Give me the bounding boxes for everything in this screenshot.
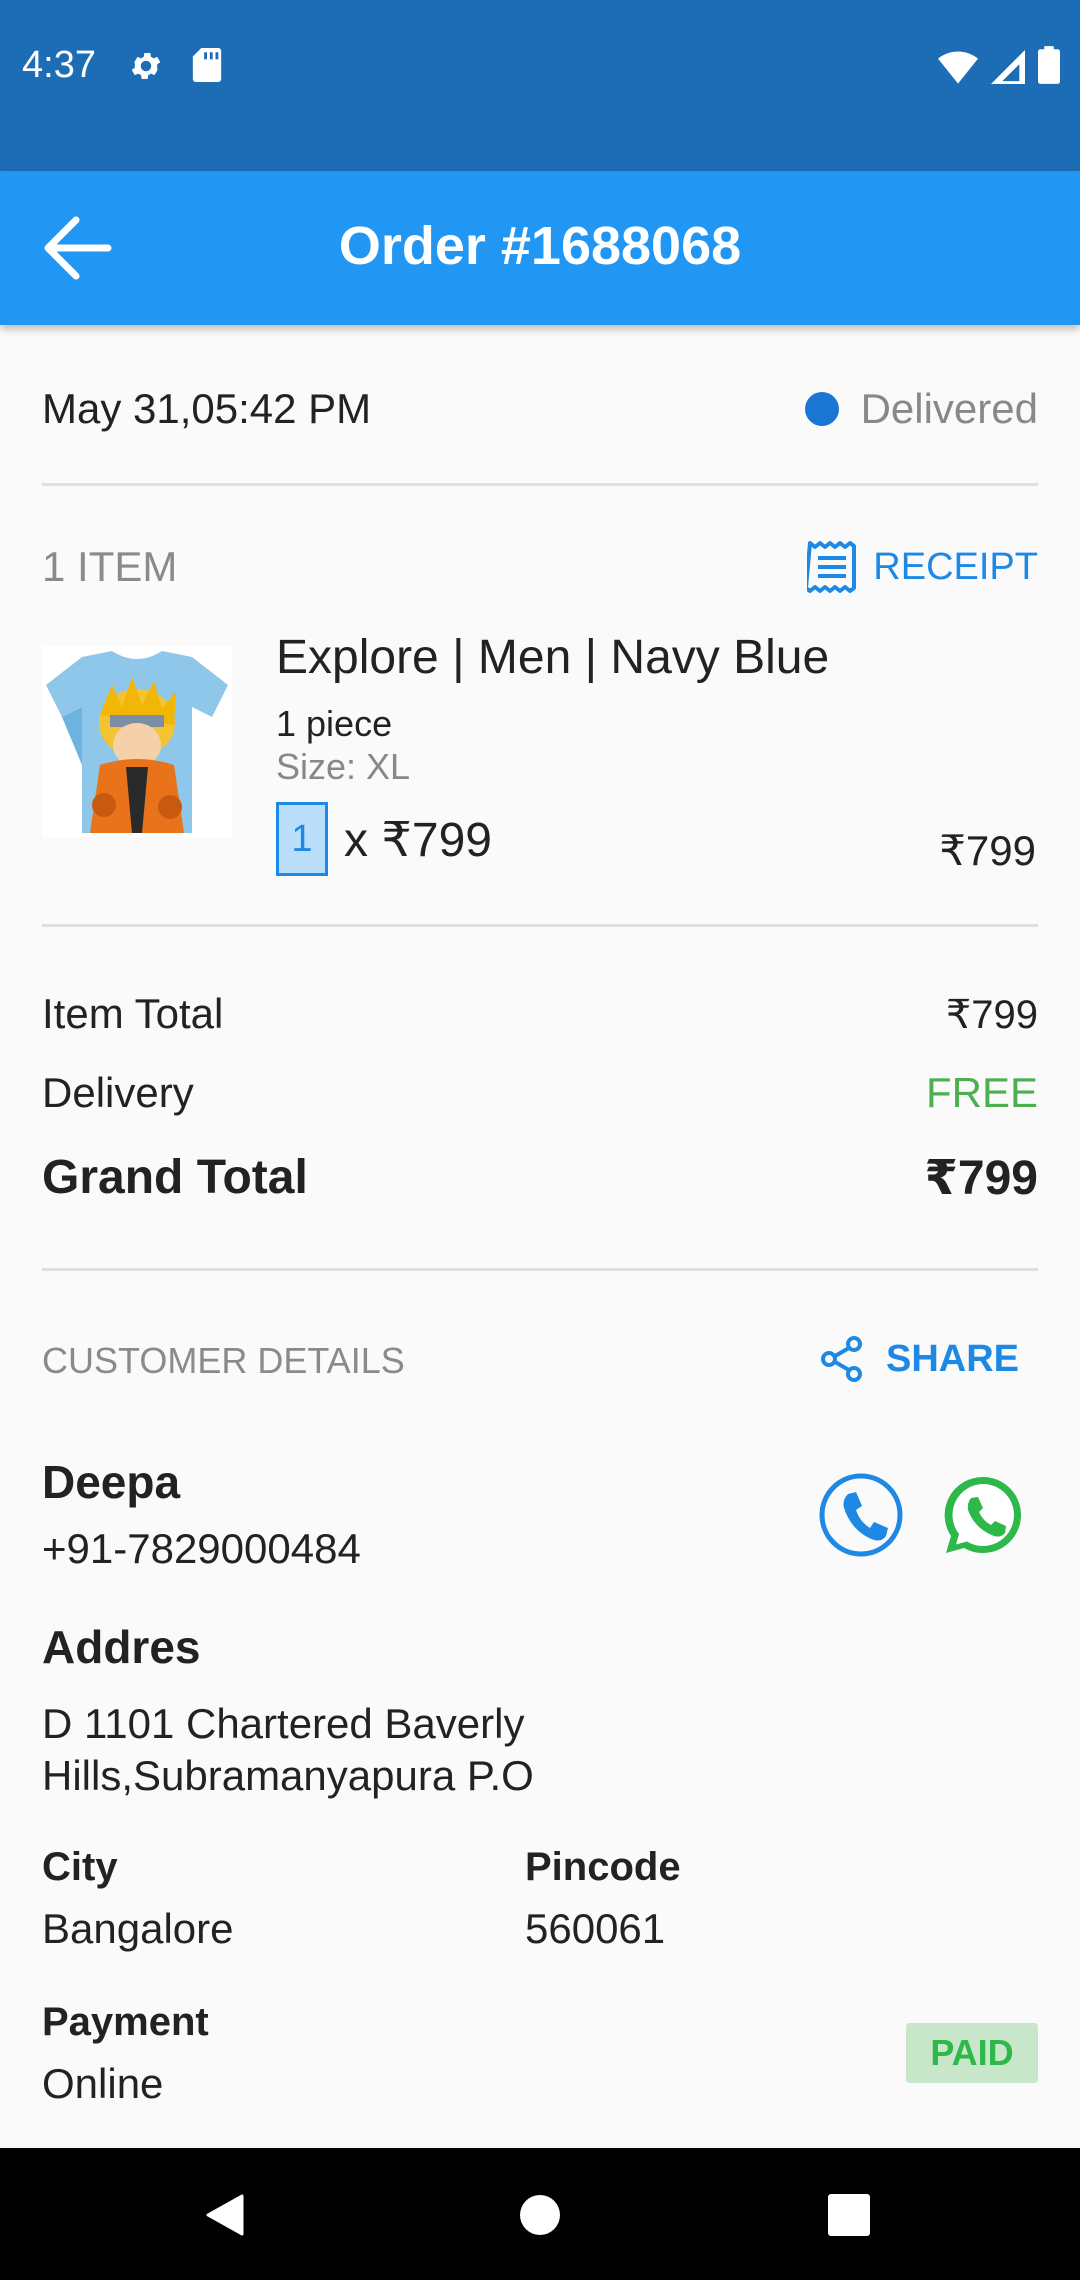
customer-name: Deepa [42,1456,181,1508]
payment-label: Payment [42,2000,209,2044]
item-total-label: Item Total [42,990,224,1037]
grand-total-label: Grand Total [42,1151,308,1204]
whatsapp-button[interactable] [940,1472,1026,1558]
nav-recents-button[interactable] [826,2190,872,2245]
circle-home-icon [520,2195,560,2235]
divider [42,483,1038,486]
address-text: D 1101 Chartered Baverly Hills,Subramany… [42,1700,534,1799]
payment-status-badge: PAID [906,2023,1038,2083]
wifi-icon [938,50,978,89]
receipt-button[interactable]: RECEIPT [807,540,1038,594]
grand-total-value: ₹799 [924,1152,1038,1205]
product-pieces: 1 piece [276,703,393,744]
payment-value: Online [42,2060,164,2107]
delivery-label: Delivery [42,1069,194,1116]
system-navigation-bar [0,2148,1080,2280]
pincode-value: 560061 [525,1905,666,1952]
product-name: Explore | Men | Navy Blue [276,631,830,684]
status-bar: 4:37 [0,0,1080,171]
status-label: Delivered [860,385,1038,432]
app-bar: Order #1688068 [0,171,1080,325]
receipt-icon [807,541,857,593]
order-datetime: May 31,05:42 PM [42,385,372,432]
customer-details-heading: CUSTOMER DETAILS [42,1340,405,1381]
triangle-back-icon [206,2194,244,2236]
nav-back-button[interactable] [200,2190,250,2245]
divider [42,1268,1038,1271]
delivery-value: FREE [925,1069,1038,1116]
receipt-label: RECEIPT [873,545,1038,588]
city-label: City [42,1845,118,1889]
order-status: Delivered [804,385,1038,433]
divider [42,924,1038,927]
quantity-badge: 1 [276,802,328,876]
status-dot-icon [804,392,839,426]
city-value: Bangalore [42,1905,234,1952]
sd-card-icon [192,48,222,87]
pincode-label: Pincode [525,1845,681,1889]
product-image [42,645,232,837]
battery-icon [1038,46,1060,89]
square-recents-icon [828,2194,870,2236]
nav-home-button[interactable] [518,2190,562,2245]
address-heading: Addres [42,1621,201,1673]
signal-icon [990,50,1026,89]
whatsapp-icon [944,1476,1021,1554]
share-label: SHARE [886,1337,1020,1380]
line-total: ₹799 [939,827,1036,874]
share-button[interactable]: SHARE [820,1336,1019,1382]
status-time: 4:37 [22,44,96,86]
items-count: 1 ITEM [42,543,178,590]
call-button[interactable] [818,1472,904,1558]
item-total-value: ₹799 [945,993,1038,1037]
page-title: Order #1688068 [338,216,742,276]
gear-icon [128,48,164,89]
unit-price: x ₹799 [344,814,492,867]
customer-phone: +91-7829000484 [42,1525,361,1572]
product-size: Size: XL [276,746,411,787]
phone-icon [819,1473,903,1557]
share-icon [821,1336,862,1382]
